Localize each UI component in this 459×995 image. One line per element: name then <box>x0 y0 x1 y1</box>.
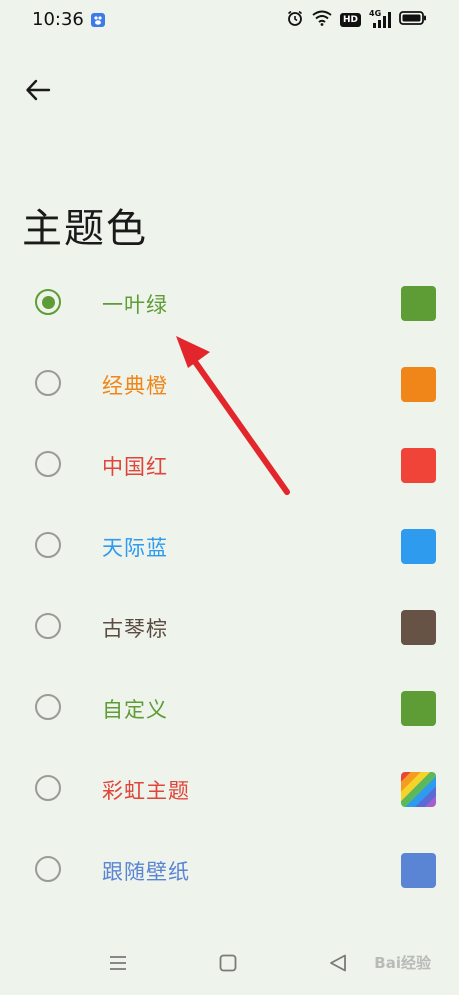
radio-button[interactable] <box>35 613 61 639</box>
status-time: 10:36 <box>32 9 84 30</box>
radio-button[interactable] <box>35 370 61 396</box>
radio-button[interactable] <box>35 775 61 801</box>
radio-button[interactable] <box>35 532 61 558</box>
back-triangle-icon <box>328 953 348 977</box>
color-swatch <box>401 610 436 645</box>
hd-badge: HD <box>339 13 361 27</box>
theme-label: 古琴棕 <box>102 617 168 641</box>
theme-label: 自定义 <box>102 698 168 722</box>
theme-option[interactable]: 中国红 <box>0 425 459 506</box>
theme-option[interactable]: 经典橙 <box>0 344 459 425</box>
color-swatch <box>401 529 436 564</box>
theme-option[interactable]: 跟随壁纸 <box>0 830 459 911</box>
page-title: 主题色 <box>22 206 148 252</box>
arrow-left-icon <box>25 77 51 107</box>
theme-label: 跟随壁纸 <box>102 860 190 884</box>
theme-label: 一叶绿 <box>102 293 168 317</box>
color-swatch <box>401 772 436 807</box>
color-swatch <box>401 853 436 888</box>
status-icons: HD 4G <box>286 9 427 31</box>
theme-label: 天际蓝 <box>102 536 168 560</box>
home-button[interactable] <box>216 953 240 977</box>
theme-option[interactable]: 自定义 <box>0 668 459 749</box>
menu-button[interactable] <box>106 953 130 977</box>
signal-icon: 4G <box>369 9 391 29</box>
app-icon <box>90 12 106 28</box>
home-icon <box>218 953 238 977</box>
radio-button[interactable] <box>35 694 61 720</box>
theme-list: 一叶绿经典橙中国红天际蓝古琴棕自定义彩虹主题跟随壁纸 <box>0 263 459 911</box>
theme-option[interactable]: 一叶绿 <box>0 263 459 344</box>
theme-label: 中国红 <box>102 455 168 479</box>
back-nav-button[interactable] <box>326 953 350 977</box>
status-bar: 10:36 HD 4G <box>0 0 459 40</box>
wifi-icon <box>312 10 332 30</box>
color-swatch <box>401 691 436 726</box>
back-button[interactable] <box>20 74 56 110</box>
alarm-icon <box>286 9 304 31</box>
theme-label: 彩虹主题 <box>102 779 190 803</box>
theme-label: 经典橙 <box>102 374 168 398</box>
color-swatch <box>401 367 436 402</box>
theme-option[interactable]: 天际蓝 <box>0 506 459 587</box>
radio-button[interactable] <box>35 856 61 882</box>
theme-option[interactable]: 彩虹主题 <box>0 749 459 830</box>
theme-option[interactable]: 古琴棕 <box>0 587 459 668</box>
navigation-bar <box>0 935 459 995</box>
color-swatch <box>401 286 436 321</box>
color-swatch <box>401 448 436 483</box>
radio-button[interactable] <box>35 289 61 315</box>
battery-icon <box>399 10 427 30</box>
radio-button[interactable] <box>35 451 61 477</box>
menu-icon <box>108 953 128 977</box>
